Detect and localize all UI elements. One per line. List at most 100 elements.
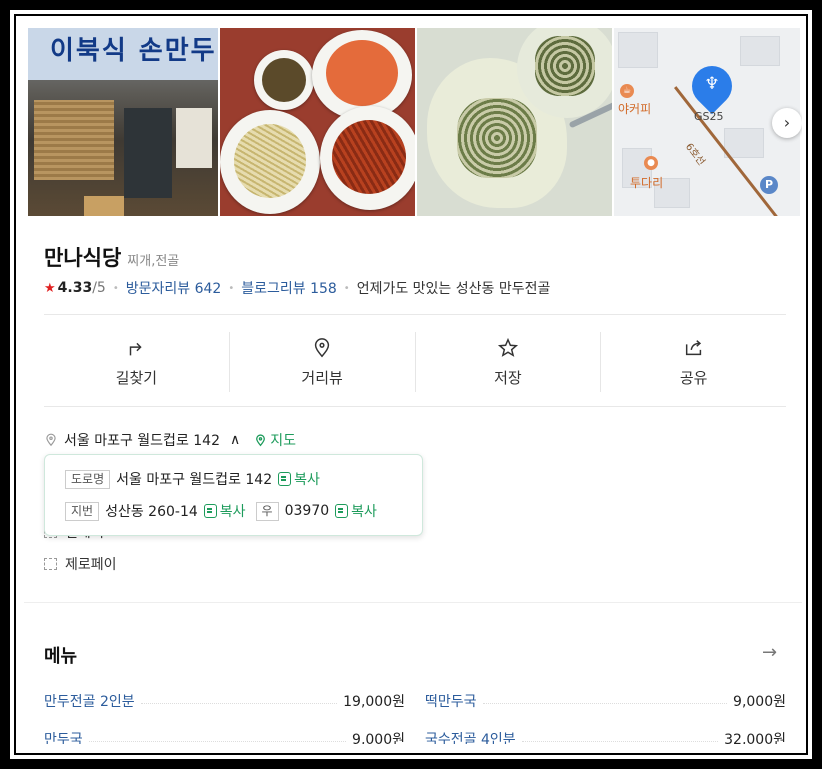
copy-jibun-button[interactable]: 복사 bbox=[203, 501, 246, 521]
separator-dot: • bbox=[228, 282, 235, 294]
section-divider bbox=[24, 602, 802, 610]
directions-icon bbox=[130, 342, 142, 355]
separator-dot: • bbox=[343, 282, 350, 294]
zeropay-row: 제로페이 bbox=[44, 554, 117, 574]
copy-icon bbox=[203, 504, 217, 518]
map-link[interactable]: 지도 bbox=[254, 430, 296, 450]
blog-reviews-link[interactable]: 블로그리뷰 158 bbox=[241, 278, 337, 298]
save-label: 저장 bbox=[494, 368, 522, 387]
dumpling-filling-left bbox=[457, 98, 537, 178]
subway-line-label: 6호선 bbox=[682, 141, 707, 168]
menu-row: 만두국 9,000원 국수전골 4인분 32,000원 bbox=[44, 720, 786, 744]
cafe-icon: ☕ bbox=[620, 84, 634, 98]
copy-label: 복사 bbox=[294, 472, 320, 488]
arrow-right-icon[interactable]: → bbox=[762, 642, 777, 663]
zip-code: 03970 bbox=[284, 503, 330, 519]
zeropay-label: 제로페이 bbox=[65, 557, 117, 573]
menu-item-price: 9,000원 bbox=[733, 694, 786, 710]
menu-item-name: 떡만두국 bbox=[425, 694, 477, 710]
map-poi-cafe[interactable]: 야커피 bbox=[618, 100, 651, 117]
map-poi-tudari[interactable]: 투다리 bbox=[630, 174, 663, 191]
address-pin-icon bbox=[46, 433, 56, 447]
map-pin-green-icon bbox=[256, 433, 266, 446]
copy-icon bbox=[278, 472, 292, 486]
title-row: 만나식당 찌개,전골 bbox=[44, 242, 179, 272]
pub-icon: ● bbox=[644, 156, 658, 170]
jibun-tag: 지번 bbox=[65, 501, 100, 521]
parking-icon: P bbox=[760, 176, 778, 194]
place-name: 만나식당 bbox=[44, 246, 122, 270]
store-door bbox=[124, 108, 172, 198]
roadview-label: 거리뷰 bbox=[301, 368, 343, 387]
menu-list: 만두전골 2인분 19,000원 떡만두국 9,000원 만두국 9,000원 … bbox=[44, 682, 786, 744]
divider bbox=[44, 406, 786, 407]
zip-tag: 우 bbox=[255, 501, 279, 521]
location-pin-icon bbox=[314, 337, 330, 357]
menu-item[interactable]: 만두국 9,000원 bbox=[44, 720, 405, 744]
map-block bbox=[740, 36, 780, 66]
rating-value: 4.33 bbox=[57, 280, 93, 296]
share-label: 공유 bbox=[679, 368, 708, 387]
address-row: 서울 마포구 월드컵로 142 ∧ 지도 bbox=[44, 430, 296, 450]
save-button[interactable]: 저장 bbox=[414, 332, 601, 392]
menu-item[interactable]: 떡만두국 9,000원 bbox=[425, 682, 786, 720]
copy-label: 복사 bbox=[351, 504, 377, 520]
menu-item-name: 만두국 bbox=[44, 732, 83, 744]
map-block bbox=[618, 32, 658, 68]
kkakdugi bbox=[326, 40, 398, 106]
menu-leader bbox=[482, 702, 728, 704]
photo-side-dishes[interactable] bbox=[220, 28, 415, 216]
menu-item-name: 국수전골 4인분 bbox=[425, 732, 516, 744]
directions-button[interactable]: 길찾기 bbox=[44, 332, 229, 392]
menu-item-name: 만두전골 2인분 bbox=[44, 694, 135, 710]
store-window bbox=[176, 108, 212, 168]
address-main: 서울 마포구 월드컵로 142 bbox=[64, 433, 220, 449]
menu-item[interactable]: 국수전골 4인분 32,000원 bbox=[425, 720, 786, 744]
menu-item[interactable]: 만두전골 2인분 19,000원 bbox=[44, 682, 405, 720]
share-icon bbox=[685, 339, 701, 355]
menu-item-price: 19,000원 bbox=[343, 694, 405, 710]
place-panel: 이북식 손만두 ☕ 야커피 ♆ GS25 ● 투다리 6호선 P › 만나식당 … bbox=[24, 22, 802, 744]
store-sign-text: 이북식 손만두 bbox=[50, 36, 217, 66]
place-category: 찌개,전골 bbox=[127, 254, 180, 269]
copy-label: 복사 bbox=[219, 504, 246, 520]
menu-leader bbox=[88, 740, 347, 742]
map-poi-gs25[interactable]: GS25 bbox=[694, 110, 724, 123]
restaurant-icon: ♆ bbox=[704, 74, 720, 94]
place-tagline: 언제가도 맛있는 성산동 만두전골 bbox=[356, 281, 551, 297]
roadview-button[interactable]: 거리뷰 bbox=[228, 332, 415, 392]
crate bbox=[84, 196, 124, 216]
road-address-row: 도로명 서울 마포구 월드컵로 142 복사 bbox=[65, 469, 320, 489]
meta-row: ★ 4.33 /5 • 방문자리뷰 642 • 블로그리뷰 158 • 언제가도… bbox=[44, 278, 550, 298]
jibun-address-row: 지번 성산동 260-14 복사 우 03970 복사 bbox=[65, 501, 377, 521]
map-link-label: 지도 bbox=[270, 433, 297, 449]
separator-dot: • bbox=[112, 282, 119, 294]
star-icon bbox=[497, 337, 518, 357]
next-photo-button[interactable]: › bbox=[772, 108, 802, 138]
photo-storefront[interactable]: 이북식 손만두 bbox=[28, 28, 218, 216]
visitor-reviews-link[interactable]: 방문자리뷰 642 bbox=[126, 278, 222, 298]
road-address: 서울 마포구 월드컵로 142 bbox=[116, 472, 273, 488]
rating-max: /5 bbox=[92, 280, 106, 296]
menu-item-price: 9,000원 bbox=[352, 732, 405, 744]
photo-dumplings[interactable] bbox=[417, 28, 612, 216]
star-rating-icon: ★ bbox=[44, 280, 56, 296]
dumpling-filling-right bbox=[535, 36, 595, 96]
zeropay-icon bbox=[44, 558, 57, 570]
photo-strip[interactable]: 이북식 손만두 ☕ 야커피 ♆ GS25 ● 투다리 6호선 P › bbox=[28, 28, 802, 216]
copy-zip-button[interactable]: 복사 bbox=[335, 501, 377, 521]
chevron-up-icon[interactable]: ∧ bbox=[230, 432, 240, 448]
menu-leader bbox=[521, 740, 719, 742]
directions-label: 길찾기 bbox=[115, 368, 158, 387]
bamboo-blind bbox=[34, 100, 114, 180]
spicy-squid bbox=[332, 120, 406, 194]
share-button[interactable]: 공유 bbox=[600, 332, 786, 392]
copy-road-button[interactable]: 복사 bbox=[278, 469, 320, 489]
menu-row: 만두전골 2인분 19,000원 떡만두국 9,000원 bbox=[44, 682, 786, 720]
address-popover: 도로명 서울 마포구 월드컵로 142 복사 지번 성산동 260-14 복사 … bbox=[44, 454, 423, 536]
action-bar: 길찾기 거리뷰 저장 공유 bbox=[44, 332, 786, 392]
map-block bbox=[724, 128, 764, 158]
divider bbox=[44, 314, 786, 315]
menu-item-price: 32,000원 bbox=[724, 732, 786, 744]
menu-leader bbox=[140, 702, 338, 704]
